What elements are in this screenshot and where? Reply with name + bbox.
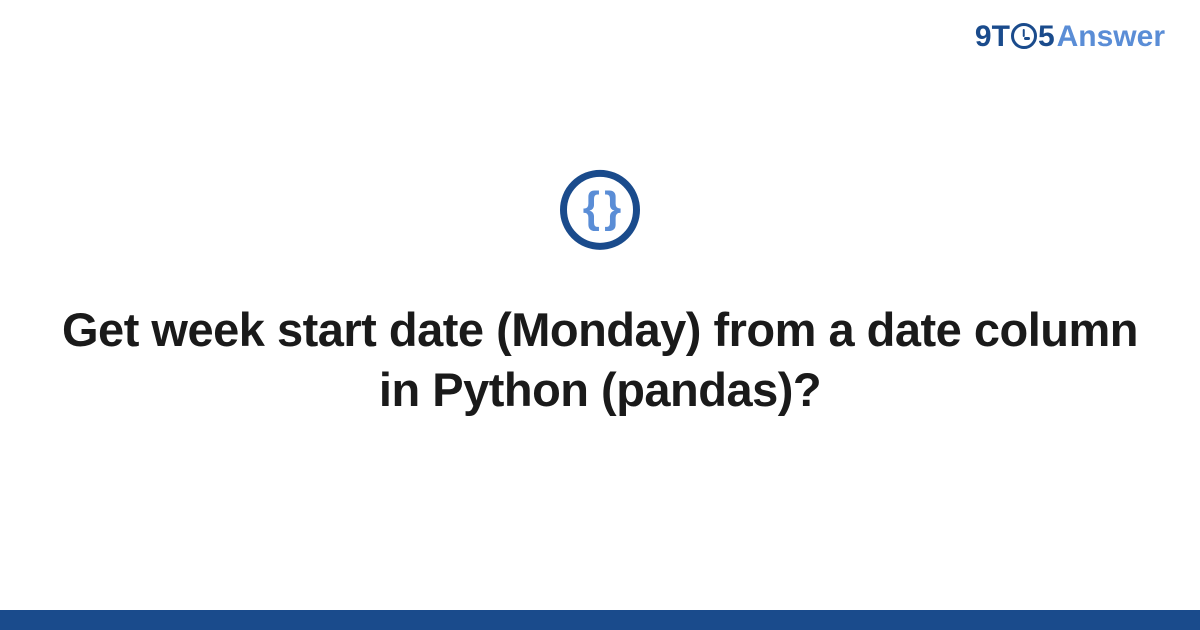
- footer-accent-bar: [0, 610, 1200, 630]
- main-content: { } Get week start date (Monday) from a …: [0, 170, 1200, 420]
- brand-text-5: 5: [1038, 20, 1055, 54]
- clock-icon: [1011, 23, 1037, 49]
- site-brand: 9T 5 Answer: [975, 20, 1165, 54]
- braces-glyph: { }: [583, 186, 617, 230]
- brand-text-9t: 9T: [975, 20, 1010, 54]
- question-title: Get week start date (Monday) from a date…: [0, 300, 1200, 420]
- brand-text-answer: Answer: [1057, 20, 1165, 54]
- code-braces-icon: { }: [560, 170, 640, 250]
